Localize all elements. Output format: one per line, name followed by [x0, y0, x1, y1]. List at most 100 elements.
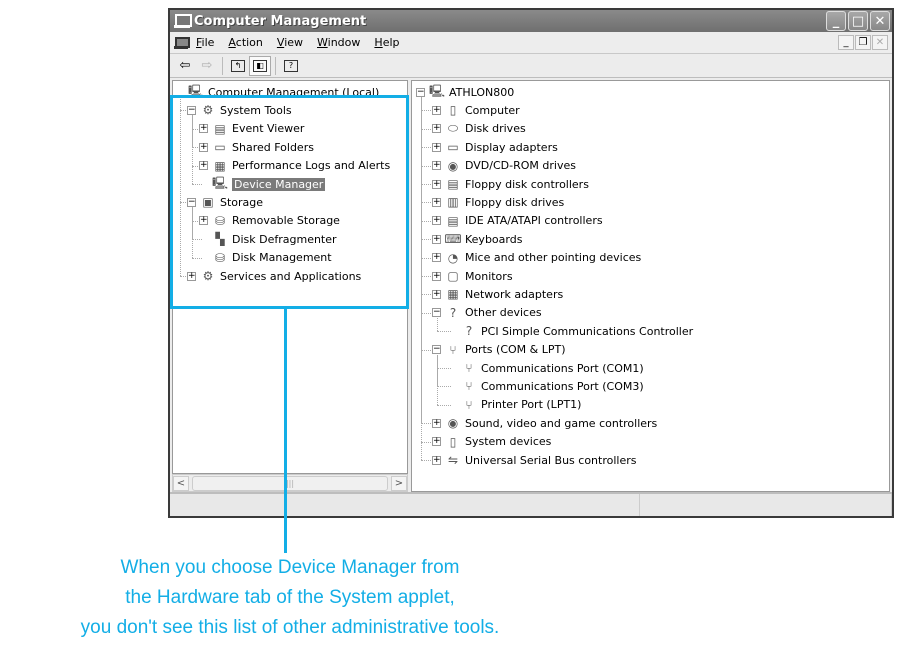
- maximize-button[interactable]: □: [848, 11, 868, 31]
- scroll-thumb[interactable]: |||: [192, 475, 388, 491]
- child-minimize-button[interactable]: _: [838, 35, 854, 50]
- tree-item[interactable]: + ▤ Floppy disk controllers: [432, 175, 589, 193]
- tree-item[interactable]: ⛁ Disk Management: [199, 249, 332, 267]
- tree-item[interactable]: + ⇋ Universal Serial Bus controllers: [432, 451, 636, 469]
- help-button[interactable]: ?: [280, 56, 302, 76]
- up-one-level-button[interactable]: ↰: [227, 56, 249, 76]
- expand-icon[interactable]: +: [432, 105, 441, 115]
- tree-item-label: Event Viewer: [232, 122, 305, 136]
- tree-item[interactable]: + ◔ Mice and other pointing devices: [432, 249, 641, 267]
- tree-item[interactable]: + ⚙ Services and Applications: [187, 267, 361, 285]
- tree-item[interactable]: 🖳 Computer Management (Local): [175, 83, 379, 101]
- collapse-icon[interactable]: −: [432, 308, 441, 318]
- tree-item[interactable]: − ▣ Storage: [187, 193, 263, 211]
- expand-icon[interactable]: +: [199, 216, 208, 226]
- tree-item-label: Device Manager: [232, 177, 326, 191]
- tree-item[interactable]: + ◉ Sound, video and game controllers: [432, 414, 657, 432]
- tree-item-label: Disk Management: [232, 251, 332, 265]
- back-button[interactable]: ⇦: [174, 56, 196, 76]
- tree-item[interactable]: ▚ Disk Defragmenter: [199, 230, 337, 248]
- menu-file[interactable]: File: [196, 36, 214, 49]
- expand-icon[interactable]: +: [432, 216, 441, 226]
- close-icon: ✕: [874, 13, 886, 29]
- tree-item[interactable]: + ▢ Monitors: [432, 267, 513, 285]
- tree-item[interactable]: + ▯ Computer: [432, 101, 520, 119]
- tree-item[interactable]: + ▯ System devices: [432, 433, 551, 451]
- tree-item[interactable]: − 🖳 ATHLON800: [416, 83, 514, 101]
- sound-icon: ◉: [447, 416, 459, 431]
- expand-icon[interactable]: +: [432, 253, 441, 263]
- expand-icon[interactable]: +: [432, 197, 441, 207]
- tree-item[interactable]: ? PCI Simple Communications Controller: [448, 322, 693, 340]
- expand-icon[interactable]: +: [432, 437, 441, 447]
- tree-item[interactable]: + ⛁ Removable Storage: [199, 212, 340, 230]
- tree-item[interactable]: ⑂ Communications Port (COM1): [448, 359, 643, 377]
- tree-item[interactable]: + ▤ Event Viewer: [199, 120, 304, 138]
- forward-button[interactable]: ⇨: [196, 56, 218, 76]
- system-menu-icon[interactable]: [174, 36, 190, 49]
- tree-item-label: Printer Port (LPT1): [481, 398, 582, 412]
- toolbar-separator: [222, 56, 223, 75]
- tree-item[interactable]: −? Other devices: [432, 304, 542, 322]
- tree-item-label: IDE ATA/ATAPI controllers: [465, 214, 603, 228]
- title-bar[interactable]: Computer Management _ □ ✕: [170, 10, 892, 32]
- child-close-button[interactable]: ✕: [872, 35, 888, 50]
- expand-icon[interactable]: +: [432, 289, 441, 299]
- tree-item[interactable]: ⑂ Printer Port (LPT1): [448, 396, 581, 414]
- tree-item[interactable]: + ◉ DVD/CD-ROM drives: [432, 157, 576, 175]
- event-viewer-icon: ▤: [214, 121, 226, 136]
- tree-item[interactable]: + ▭ Shared Folders: [199, 138, 314, 156]
- expand-icon[interactable]: +: [199, 124, 208, 134]
- minimize-button[interactable]: _: [826, 11, 846, 31]
- tree-item[interactable]: + ⬭ Disk drives: [432, 120, 526, 138]
- tree-item[interactable]: + ▦ Network adapters: [432, 285, 563, 303]
- menu-action[interactable]: Action: [228, 36, 262, 49]
- tree-connector: [180, 97, 181, 276]
- tree-item[interactable]: + ▥ Floppy disk drives: [432, 193, 564, 211]
- collapse-icon[interactable]: −: [187, 105, 196, 115]
- expand-icon[interactable]: +: [199, 142, 208, 152]
- show-hide-console-tree-button[interactable]: ◧: [249, 55, 271, 76]
- expand-icon[interactable]: +: [432, 455, 441, 465]
- tree-item[interactable]: − ⑂ Ports (COM & LPT): [432, 341, 566, 359]
- tree-item-label: Other devices: [465, 306, 542, 320]
- tree-item[interactable]: + ▦ Performance Logs and Alerts: [199, 157, 390, 175]
- status-panel-secondary: [640, 494, 892, 516]
- disk-management-icon: ⛁: [214, 250, 226, 265]
- display-adapter-icon: ▭: [447, 140, 459, 155]
- tree-item-label: Disk Defragmenter: [232, 232, 337, 246]
- collapse-icon[interactable]: −: [432, 345, 441, 355]
- tree-connector: [437, 317, 438, 332]
- tree-item[interactable]: + ⌨ Keyboards: [432, 230, 522, 248]
- expand-icon[interactable]: +: [432, 161, 441, 171]
- mouse-icon: ◔: [447, 250, 459, 265]
- tree-item[interactable]: − ⚙ System Tools: [187, 101, 292, 119]
- close-button[interactable]: ✕: [870, 11, 890, 31]
- expand-icon[interactable]: +: [432, 142, 441, 152]
- menu-bar: File Action View Window Help _ ❐ ✕: [170, 32, 892, 54]
- computer-management-window: Computer Management _ □ ✕ File Action Vi…: [168, 8, 894, 518]
- expand-icon[interactable]: +: [432, 271, 441, 281]
- expand-icon[interactable]: +: [432, 179, 441, 189]
- expand-icon[interactable]: +: [199, 161, 208, 171]
- tree-item[interactable]: 🖳 Device Manager: [199, 175, 326, 193]
- child-restore-button[interactable]: ❐: [855, 35, 871, 50]
- horizontal-scrollbar[interactable]: < ||| >: [172, 474, 408, 492]
- collapse-icon[interactable]: −: [187, 197, 196, 207]
- expand-icon[interactable]: +: [432, 124, 441, 134]
- expand-icon[interactable]: +: [432, 418, 441, 428]
- tree-item[interactable]: + ▤ IDE ATA/ATAPI controllers: [432, 212, 603, 230]
- scroll-right-button[interactable]: >: [391, 475, 407, 491]
- menu-window[interactable]: Window: [317, 36, 360, 49]
- console-tree-pane: 🖳 Computer Management (Local) − ⚙ System Too…: [172, 80, 408, 474]
- menu-view[interactable]: View: [277, 36, 303, 49]
- expand-icon[interactable]: +: [432, 234, 441, 244]
- tree-item-label: Floppy disk drives: [465, 195, 565, 209]
- tree-item[interactable]: ⑂ Communications Port (COM3): [448, 377, 643, 395]
- scroll-left-button[interactable]: <: [173, 475, 189, 491]
- menu-help[interactable]: Help: [374, 36, 399, 49]
- collapse-icon[interactable]: −: [416, 87, 425, 97]
- keyboard-icon: ⌨: [444, 232, 462, 247]
- expand-icon[interactable]: +: [187, 271, 196, 281]
- tree-item[interactable]: + ▭ Display adapters: [432, 138, 558, 156]
